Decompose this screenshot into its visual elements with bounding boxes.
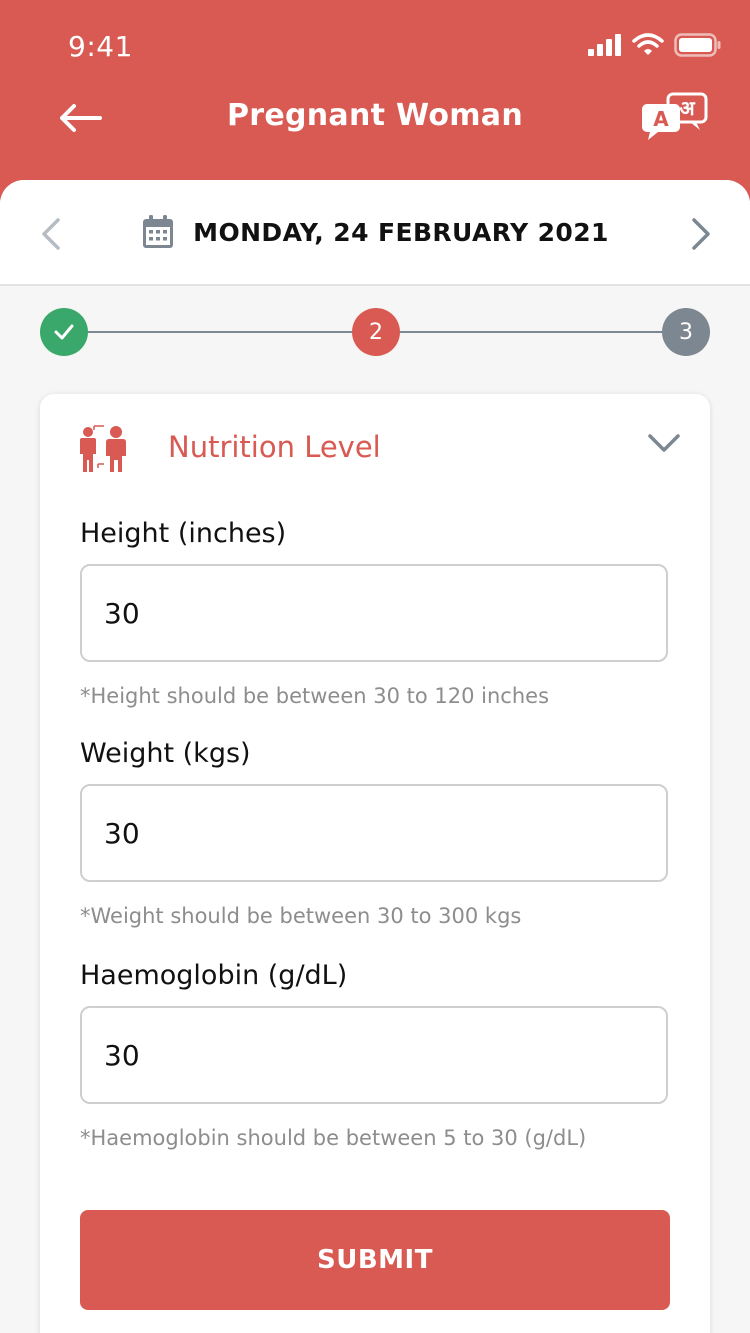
- progress-stepper: 2 3: [40, 308, 710, 356]
- svg-text:अ: अ: [679, 96, 695, 120]
- haemoglobin-hint: *Haemoglobin should be between 5 to 30 (…: [80, 1126, 587, 1150]
- height-hint: *Height should be between 30 to 120 inch…: [80, 684, 550, 708]
- chevron-right-icon: [692, 218, 710, 250]
- date-selector: MONDAY, 24 FEBRUARY 2021: [0, 180, 750, 286]
- nutrition-card: Nutrition Level Height (inches) *Height …: [40, 394, 710, 1333]
- haemoglobin-label: Haemoglobin (g/dL): [80, 960, 348, 991]
- weight-input[interactable]: [80, 784, 668, 882]
- submit-button[interactable]: SUBMIT: [80, 1210, 670, 1310]
- signal-icon: [588, 34, 621, 56]
- app-bar: Pregnant Woman अ A: [0, 86, 750, 150]
- height-input[interactable]: [80, 564, 668, 662]
- nutrition-icon: [80, 425, 126, 472]
- check-icon: [54, 324, 74, 340]
- step-3-upcoming[interactable]: 3: [662, 308, 710, 356]
- section-title: Nutrition Level: [168, 430, 381, 464]
- stepper-connector: [88, 331, 352, 333]
- calendar-icon: [143, 215, 174, 248]
- next-date-button[interactable]: [688, 216, 716, 252]
- status-time: 9:41: [68, 30, 133, 63]
- weight-hint: *Weight should be between 30 to 300 kgs: [80, 904, 522, 928]
- translate-icon: अ A: [642, 92, 708, 140]
- language-button[interactable]: अ A: [640, 92, 710, 142]
- height-label: Height (inches): [80, 518, 287, 549]
- stepper-connector: [400, 331, 662, 333]
- status-icons: [588, 33, 722, 57]
- date-display[interactable]: MONDAY, 24 FEBRUARY 2021: [0, 214, 750, 250]
- step-1-completed[interactable]: [40, 308, 88, 356]
- page-title: Pregnant Woman: [226, 98, 524, 133]
- date-label: MONDAY, 24 FEBRUARY 2021: [193, 217, 609, 247]
- wifi-icon: [632, 33, 664, 55]
- status-bar: 9:41: [0, 0, 750, 96]
- svg-text:A: A: [653, 107, 669, 131]
- chevron-down-icon: [648, 434, 680, 452]
- step-2-current[interactable]: 2: [352, 308, 400, 356]
- battery-icon: [674, 33, 721, 57]
- content-sheet: MONDAY, 24 FEBRUARY 2021 2 3 Nutrition L…: [0, 180, 750, 1333]
- haemoglobin-input[interactable]: [80, 1006, 668, 1104]
- weight-label: Weight (kgs): [80, 738, 251, 769]
- nutrition-section-header[interactable]: Nutrition Level: [40, 394, 710, 494]
